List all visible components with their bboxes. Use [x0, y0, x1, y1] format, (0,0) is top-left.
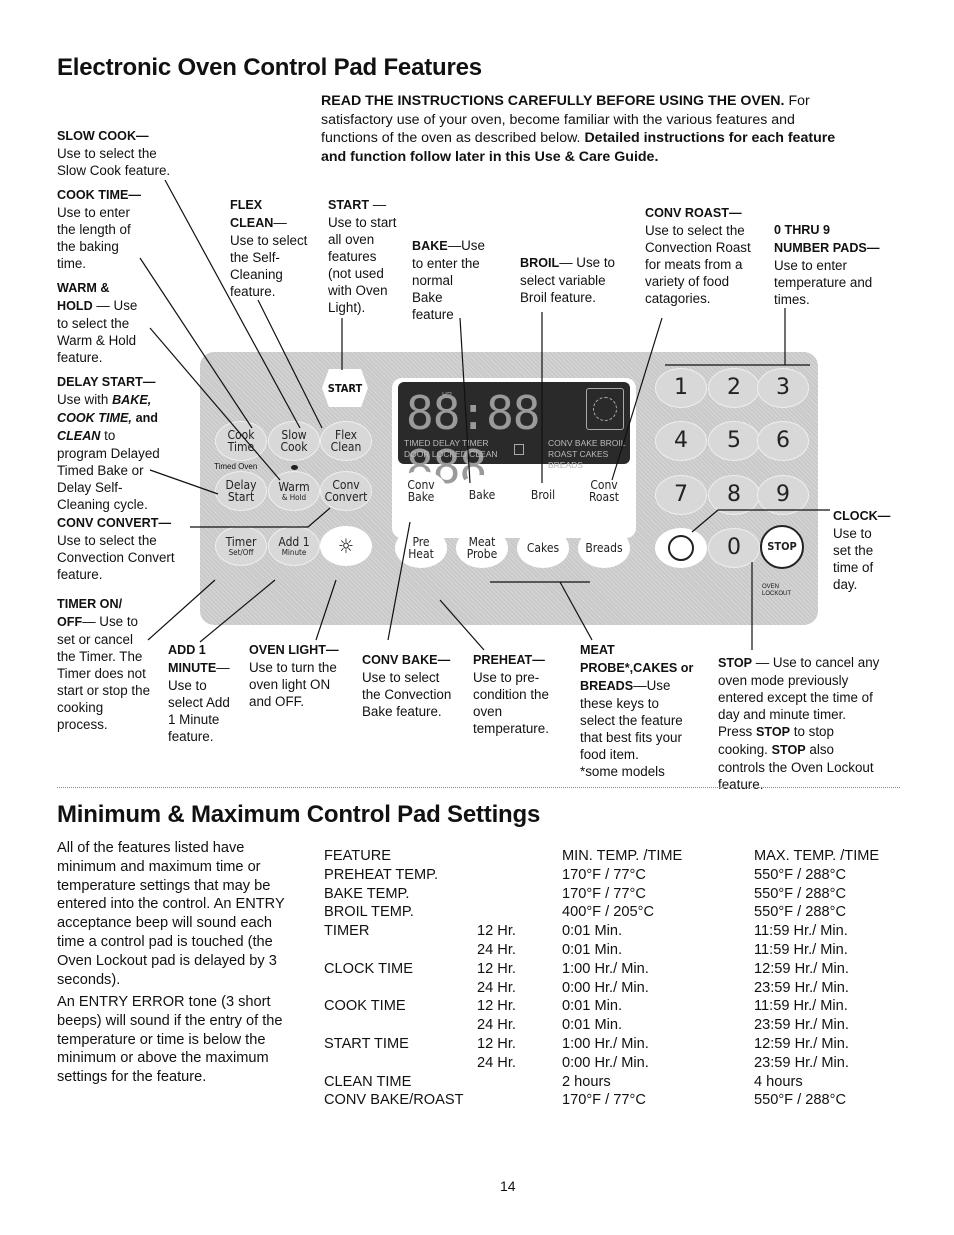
table-header: MIN. TEMP. /TIME	[562, 848, 683, 864]
table-cell: 23:59 Hr./ Min.	[754, 1054, 849, 1071]
text-line: entered into the control. An ENTRY	[57, 896, 285, 913]
text-line: beeps) will sound if the entry of the	[57, 1012, 283, 1029]
page-number: 14	[500, 1178, 516, 1194]
table-cell: 12 Hr.	[477, 1036, 516, 1052]
table-cell: CONV BAKE/ROAST	[324, 1092, 464, 1109]
table-cell: 400°F / 205°C	[562, 904, 654, 921]
table-cell: 12 Hr.	[477, 960, 516, 977]
table-cell: 0:00 Hr./ Min.	[562, 979, 649, 996]
table-cell: 24 Hr.	[477, 942, 516, 958]
table-cell: 0:01 Min.	[562, 923, 623, 940]
table-cell: 0:01 Min.	[562, 998, 623, 1015]
table-cell: COOK TIME	[324, 998, 406, 1015]
text-line: temperature or time is below the	[57, 1031, 266, 1048]
manual-page: Electronic Oven Control Pad Features REA…	[0, 0, 954, 1235]
table-cell: 0:00 Hr./ Min.	[562, 1054, 649, 1071]
table-cell: 550°F / 288°C	[754, 904, 846, 921]
text-line: All of the features listed have	[57, 840, 245, 856]
table-cell: 0:01 Min.	[562, 942, 623, 958]
table-cell: CLEAN TIME	[324, 1073, 412, 1090]
table-cell: 550°F / 288°C	[754, 1092, 846, 1109]
table-cell: TIMER	[324, 923, 370, 940]
table-cell: BAKE TEMP.	[324, 885, 410, 902]
table-cell: 23:59 Hr./ Min.	[754, 1017, 849, 1034]
text-line: settings for the feature.	[57, 1069, 207, 1086]
text-line: minimum and maximum time or	[57, 858, 261, 875]
table-header: MAX. TEMP. /TIME	[754, 848, 880, 864]
table-cell: 11:59 Hr./ Min.	[754, 998, 848, 1015]
table-cell: 12:59 Hr./ Min.	[754, 1036, 849, 1052]
table-cell: 2 hours	[562, 1073, 611, 1090]
text-line: Oven Lockout pad is delayed by 3	[57, 952, 277, 969]
table-header: FEATURE	[324, 848, 392, 864]
table-cell: BROIL TEMP.	[324, 904, 414, 921]
table-cell: 550°F / 288°C	[754, 885, 846, 902]
table-cell: 11:59 Hr./ Min.	[754, 923, 848, 940]
table-cell: 4 hours	[754, 1073, 803, 1090]
table-cell: PREHEAT TEMP.	[324, 866, 439, 883]
table-cell: CLOCK TIME	[324, 960, 413, 977]
section-title-settings: Minimum & Maximum Control Pad Settings	[57, 801, 541, 828]
table-cell: 170°F / 77°C	[562, 866, 646, 883]
table-cell: 1:00 Hr./ Min.	[562, 1036, 649, 1052]
text-line: seconds).	[57, 971, 121, 988]
table-cell: 24 Hr.	[477, 1017, 516, 1034]
table-cell: 24 Hr.	[477, 1054, 516, 1071]
text-line: An ENTRY ERROR tone (3 short	[57, 994, 271, 1010]
table-cell: 24 Hr.	[477, 979, 516, 996]
table-cell: 12 Hr.	[477, 923, 516, 940]
table-cell: 12 Hr.	[477, 998, 516, 1015]
table-cell: START TIME	[324, 1036, 409, 1052]
table-cell: 12:59 Hr./ Min.	[754, 960, 849, 977]
text-line: minimum or above the maximum	[57, 1050, 269, 1067]
text-line: temperature settings that may be	[57, 877, 271, 894]
table-cell: 0:01 Min.	[562, 1017, 623, 1034]
table-cell: 170°F / 77°C	[562, 885, 646, 902]
settings-paragraph-1: All of the features listed have minimum a…	[57, 839, 285, 989]
table-cell: 23:59 Hr./ Min.	[754, 979, 849, 996]
settings-paragraph-2: An ENTRY ERROR tone (3 short beeps) will …	[57, 993, 283, 1087]
table-cell: 1:00 Hr./ Min.	[562, 960, 649, 977]
table-cell: 11:59 Hr./ Min.	[754, 942, 848, 958]
table-cell: 170°F / 77°C	[562, 1092, 646, 1109]
section-divider	[57, 787, 900, 788]
text-line: acceptance beep will sound each	[57, 915, 273, 932]
text-line: time a control pad is touched (the	[57, 933, 273, 950]
table-cell: 550°F / 288°C	[754, 866, 846, 883]
